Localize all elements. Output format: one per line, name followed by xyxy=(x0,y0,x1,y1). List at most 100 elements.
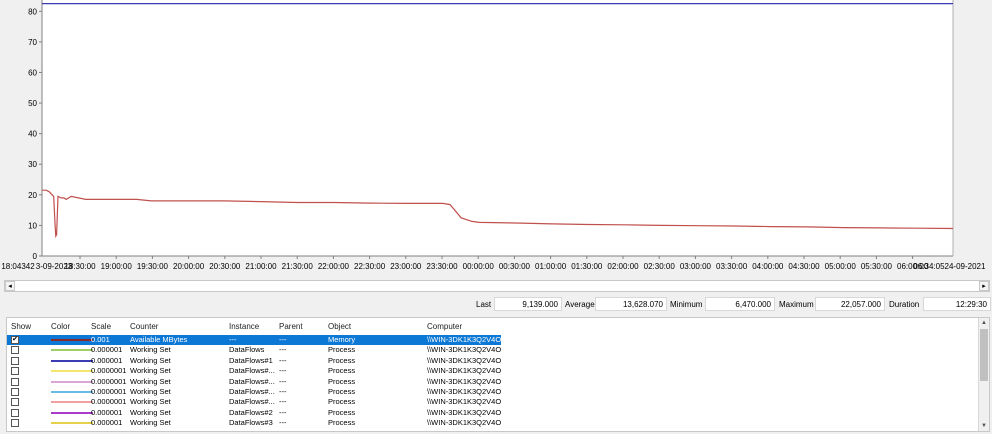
scroll-down-arrow-icon[interactable]: ▼ xyxy=(979,421,989,431)
header-color[interactable]: Color xyxy=(51,322,70,331)
color-swatch xyxy=(51,339,93,341)
x-tick-label: 24-09-2021 xyxy=(945,262,986,271)
scale-cell: 0.0000001 xyxy=(91,397,127,407)
show-checkbox[interactable] xyxy=(11,408,19,417)
x-tick-label: 19:00:00 xyxy=(101,262,133,271)
y-tick-label: 50 xyxy=(28,99,37,108)
header-object[interactable]: Object xyxy=(328,322,351,331)
y-tick-label: 70 xyxy=(28,38,37,47)
legend-row[interactable]: 0.000001 Working Set DataFlows --- Process \\… xyxy=(7,345,979,355)
counter-cell: Working Set xyxy=(130,355,171,365)
counter-cell: Working Set xyxy=(130,387,171,396)
horizontal-scroll-thumb[interactable] xyxy=(16,282,978,290)
legend-row[interactable]: ✔ 0.001 Available MBytes --- --- Memory \\WIN-… xyxy=(7,335,501,345)
header-scale[interactable]: Scale xyxy=(91,322,111,331)
y-tick-label: 80 xyxy=(28,7,37,16)
header-computer[interactable]: Computer xyxy=(427,322,462,331)
x-tick-label: 00:30:00 xyxy=(499,262,531,271)
computer-cell: \\WIN-3DK1K3Q2V4O xyxy=(427,387,502,396)
scale-cell: 0.0000001 xyxy=(91,366,127,376)
header-show[interactable]: Show xyxy=(11,322,31,331)
show-checkbox[interactable] xyxy=(11,377,19,386)
header-counter[interactable]: Counter xyxy=(130,322,158,331)
plot-background xyxy=(42,0,953,256)
scale-cell: 0.000001 xyxy=(91,345,123,355)
show-checkbox[interactable] xyxy=(11,419,19,428)
show-checkbox[interactable] xyxy=(11,388,19,396)
legend-row[interactable]: 0.0000001 Working Set DataFlows#... --- Proc… xyxy=(7,366,979,376)
show-checkbox[interactable] xyxy=(11,356,19,365)
parent-cell: --- xyxy=(279,366,287,376)
performance-graph[interactable]: 0 10 20 30 40 50 60 70 80 18:04342 3-09-2023 18:30:… xyxy=(0,0,992,276)
scale-cell: 0.001 xyxy=(91,335,110,344)
vertical-scrollbar[interactable]: ▲ ▼ xyxy=(978,318,989,431)
x-tick-label: 20:00:00 xyxy=(173,262,205,271)
instance-cell: DataFlows#... xyxy=(229,397,275,407)
counter-cell: Working Set xyxy=(130,397,171,407)
x-tick-label: 22:00:00 xyxy=(318,262,350,271)
scroll-up-arrow-icon[interactable]: ▲ xyxy=(979,318,989,328)
instance-cell: DataFlows#2 xyxy=(229,407,273,417)
scroll-left-arrow-icon[interactable]: ◂ xyxy=(5,281,15,291)
legend-row[interactable]: 0.000001 Working Set DataFlows#3 --- Process… xyxy=(7,418,979,428)
minimum-value: 6,470.000 xyxy=(705,297,775,311)
parent-cell: --- xyxy=(279,335,287,344)
parent-cell: --- xyxy=(279,355,287,365)
object-cell: Process xyxy=(328,418,356,428)
scale-cell: 0.0000001 xyxy=(91,387,127,396)
legend-row[interactable]: 0.000001 Working Set DataFlows#1 --- Process… xyxy=(7,356,979,366)
x-tick-label: 01:30:00 xyxy=(571,262,603,271)
header-instance[interactable]: Instance xyxy=(229,322,259,331)
duration-value: 12:29:30 xyxy=(923,297,991,311)
header-parent[interactable]: Parent xyxy=(279,322,303,331)
computer-cell: \\WIN-3DK1K3Q2V4O xyxy=(427,397,502,407)
scroll-right-arrow-icon[interactable]: ▸ xyxy=(979,281,989,291)
x-tick-label: 03:30:00 xyxy=(716,262,748,271)
computer-cell: \\WIN-3DK1K3Q2V4O xyxy=(427,418,502,428)
x-tick-label: 06:34:05 xyxy=(913,262,945,271)
counter-cell: Available MBytes xyxy=(130,335,188,344)
duration-label: Duration xyxy=(889,300,920,309)
y-tick-label: 20 xyxy=(28,191,37,200)
color-swatch xyxy=(51,411,93,414)
computer-cell: \\WIN-3DK1K3Q2V4O xyxy=(427,355,502,365)
show-checkbox[interactable] xyxy=(11,346,19,355)
object-cell: Process xyxy=(328,345,356,355)
object-cell: Process xyxy=(328,376,356,386)
object-cell: Process xyxy=(328,355,356,365)
x-tick-label: 05:30:00 xyxy=(861,262,893,271)
graph-canvas[interactable]: 0102030405060708018:04342 3-09-202318:30:… xyxy=(0,0,992,276)
x-tick-label: 02:30:00 xyxy=(644,262,676,271)
legend-row[interactable]: 0.0000001 Working Set DataFlows#... --- Proc… xyxy=(7,377,979,387)
instance-cell: DataFlows#3 xyxy=(229,418,273,428)
counter-cell: Working Set xyxy=(130,366,171,376)
last-label: Last xyxy=(476,300,492,309)
show-checkbox[interactable] xyxy=(11,398,19,407)
instance-cell: DataFlows xyxy=(229,345,265,355)
show-checkbox[interactable] xyxy=(11,367,19,376)
vertical-scroll-thumb[interactable] xyxy=(980,329,988,381)
x-tick-label: 18:30:00 xyxy=(64,262,96,271)
object-cell: Process xyxy=(328,397,356,407)
parent-cell: --- xyxy=(279,418,287,428)
instance-cell: --- xyxy=(229,335,237,344)
object-cell: Process xyxy=(328,387,356,396)
statistics-bar: Last 9,139.000 Average 13,628.070 Minimu… xyxy=(0,297,992,313)
x-tick-label: 18:04342 xyxy=(1,262,35,271)
parent-cell: --- xyxy=(279,397,287,407)
counter-legend-table[interactable]: Show Color Scale Counter Instance Parent… xyxy=(6,317,990,432)
color-swatch xyxy=(51,380,93,383)
counter-cell: Working Set xyxy=(130,407,171,417)
legend-row[interactable]: 0.0000001 Working Set DataFlows#... --- Proc… xyxy=(7,387,979,397)
show-checkbox[interactable]: ✔ xyxy=(11,336,19,344)
parent-cell: --- xyxy=(279,387,287,396)
x-tick-label: 22:30:00 xyxy=(354,262,386,271)
legend-row[interactable]: 0.0000001 Working Set DataFlows#... --- Proc… xyxy=(7,397,979,407)
legend-row[interactable]: 0.000001 Working Set DataFlows#2 --- Process… xyxy=(7,408,979,418)
object-cell: Process xyxy=(328,366,356,376)
horizontal-scrollbar[interactable]: ◂ ▸ xyxy=(4,280,990,292)
counter-cell: Working Set xyxy=(130,345,171,355)
x-tick-label: 20:30:00 xyxy=(209,262,241,271)
minimum-label: Minimum xyxy=(670,300,703,309)
scale-cell: 0.000001 xyxy=(91,355,123,365)
